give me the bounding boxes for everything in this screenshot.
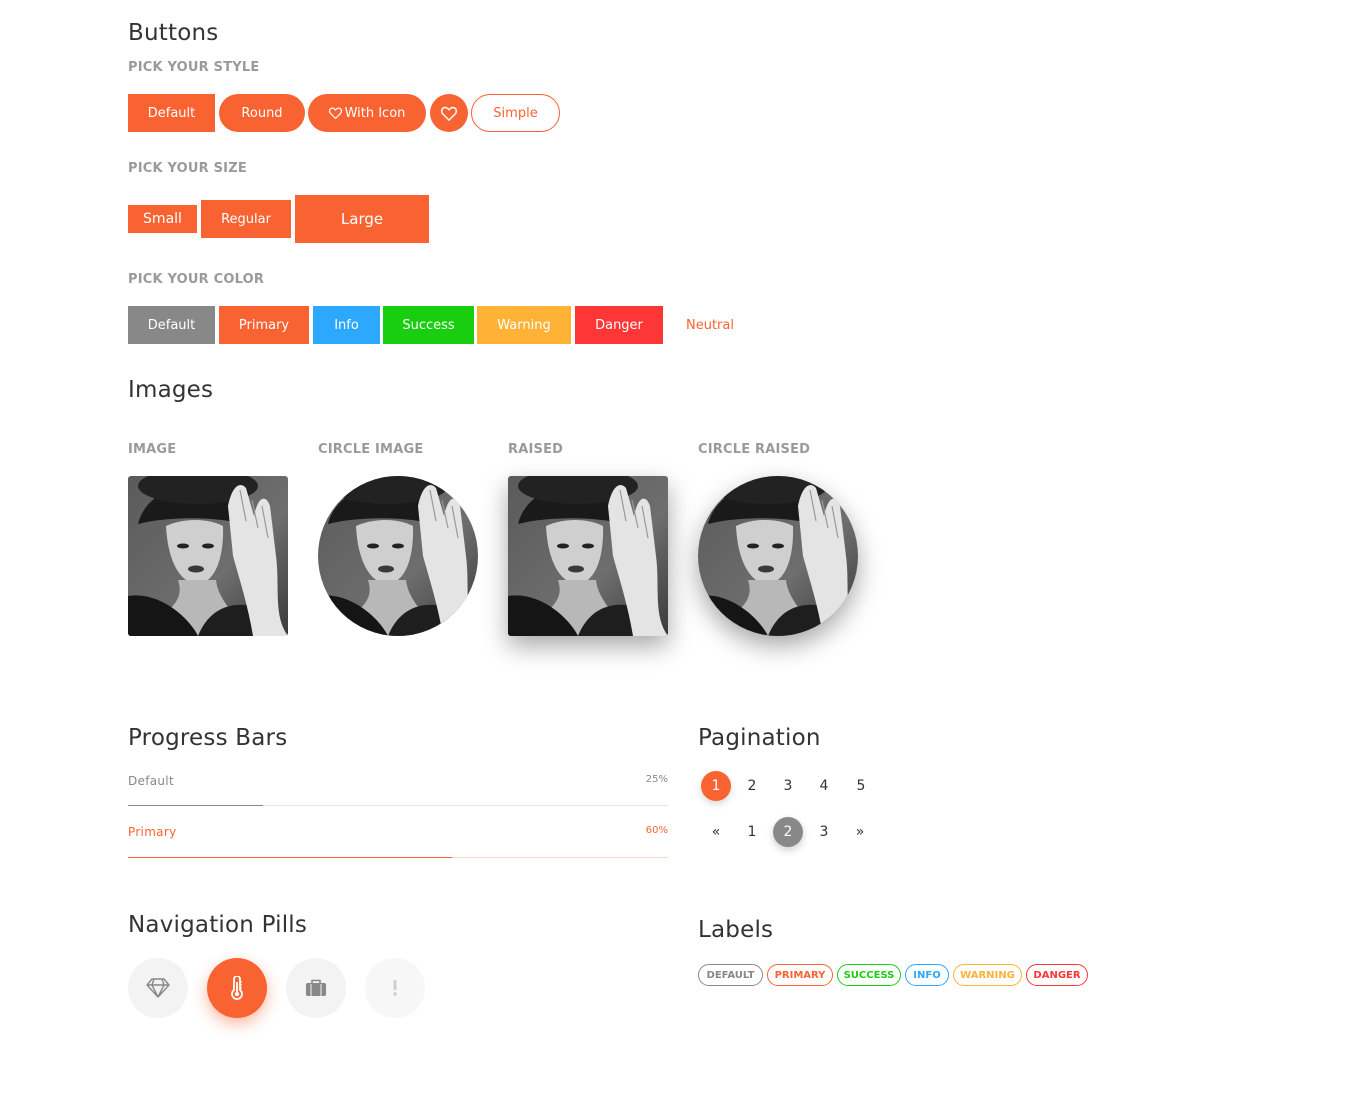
progress-primary-label: Primary <box>128 825 177 839</box>
briefcase-icon <box>305 979 327 997</box>
style-icon-only-button[interactable] <box>430 94 468 132</box>
color-success-label: Success <box>402 317 455 333</box>
pills-title: Navigation Pills <box>128 912 308 938</box>
page-1-button[interactable]: 1 <box>701 771 731 801</box>
pill-exclamation <box>365 958 425 1018</box>
color-warning-label: Warning <box>497 317 551 333</box>
color-danger-label: Danger <box>595 317 643 333</box>
images-title: Images <box>128 377 214 403</box>
pick-size-subtitle: Pick your size <box>128 161 247 176</box>
progress-default-label: Default <box>128 774 174 788</box>
style-round-label: Round <box>241 105 283 121</box>
page-3-button[interactable]: 3 <box>773 771 803 801</box>
progress-title: Progress Bars <box>128 725 288 751</box>
color-neutral-label: Neutral <box>686 317 734 333</box>
circle-raised-label: Circle Raised <box>698 442 811 457</box>
style-default-label: Default <box>147 105 196 121</box>
style-with-icon-button[interactable]: With Icon <box>308 94 426 132</box>
style-simple-label: Simple <box>493 105 538 121</box>
page-3-button[interactable]: 3 <box>809 817 839 847</box>
label-default: Default <box>698 964 763 986</box>
page-prev-button[interactable]: « <box>701 817 731 847</box>
style-default-button[interactable]: Default <box>128 94 215 132</box>
page-4-button[interactable]: 4 <box>809 771 839 801</box>
progress-default-bar <box>128 805 668 806</box>
size-large-button[interactable]: Large <box>295 195 429 243</box>
portrait-raised-image <box>508 476 668 636</box>
page-2-button[interactable]: 2 <box>773 817 803 847</box>
label-success: Success <box>837 964 901 986</box>
page-5-button[interactable]: 5 <box>846 771 876 801</box>
style-with-icon-label: With Icon <box>344 105 406 121</box>
portrait-image <box>128 476 288 636</box>
color-primary-label: Primary <box>238 317 290 333</box>
portrait-circle-raised-image <box>698 476 858 636</box>
style-round-button[interactable]: Round <box>219 94 305 132</box>
heart-icon <box>328 107 342 119</box>
color-default-button[interactable]: Default <box>128 306 215 344</box>
size-small-button[interactable]: Small <box>128 205 197 233</box>
diamond-icon <box>146 978 170 998</box>
progress-primary-bar <box>128 857 668 858</box>
circle-image-label: Circle Image <box>318 442 424 457</box>
pill-briefcase[interactable] <box>286 958 346 1018</box>
label-warning: Warning <box>953 964 1022 986</box>
label-primary: Primary <box>767 964 833 986</box>
style-simple-button[interactable]: Simple <box>471 94 560 132</box>
color-info-label: Info <box>334 317 359 333</box>
exclamation-icon <box>392 979 398 997</box>
portrait-circle-image <box>318 476 478 636</box>
pill-thermometer[interactable] <box>207 958 267 1018</box>
thermometer-icon <box>230 976 244 1000</box>
progress-primary-fill <box>128 857 452 858</box>
heart-icon <box>441 106 457 121</box>
color-default-label: Default <box>147 317 196 333</box>
size-regular-button[interactable]: Regular <box>201 200 291 238</box>
color-success-button[interactable]: Success <box>383 306 474 344</box>
progress-primary-value: 60% <box>645 825 668 836</box>
page-2-button[interactable]: 2 <box>737 771 767 801</box>
labels-title: Labels <box>698 917 774 943</box>
page-next-button[interactable]: » <box>845 817 875 847</box>
pagination-title: Pagination <box>698 725 821 751</box>
color-neutral-button[interactable]: Neutral <box>670 306 750 344</box>
color-danger-button[interactable]: Danger <box>575 306 663 344</box>
progress-default-fill <box>128 805 263 806</box>
color-warning-button[interactable]: Warning <box>477 306 571 344</box>
size-small-label: Small <box>143 211 182 227</box>
pick-color-subtitle: Pick your color <box>128 272 265 287</box>
progress-default-value: 25% <box>645 774 668 785</box>
label-danger: Danger <box>1026 964 1088 986</box>
label-info: Info <box>905 964 949 986</box>
image-label: Image <box>128 442 177 457</box>
color-primary-button[interactable]: Primary <box>219 306 309 344</box>
size-regular-label: Regular <box>221 211 271 227</box>
size-large-label: Large <box>340 210 384 228</box>
page-1-button[interactable]: 1 <box>737 817 767 847</box>
buttons-title: Buttons <box>128 20 219 46</box>
color-info-button[interactable]: Info <box>313 306 380 344</box>
pick-style-subtitle: Pick your style <box>128 60 260 75</box>
pill-diamond[interactable] <box>128 958 188 1018</box>
raised-label: Raised <box>508 442 564 457</box>
